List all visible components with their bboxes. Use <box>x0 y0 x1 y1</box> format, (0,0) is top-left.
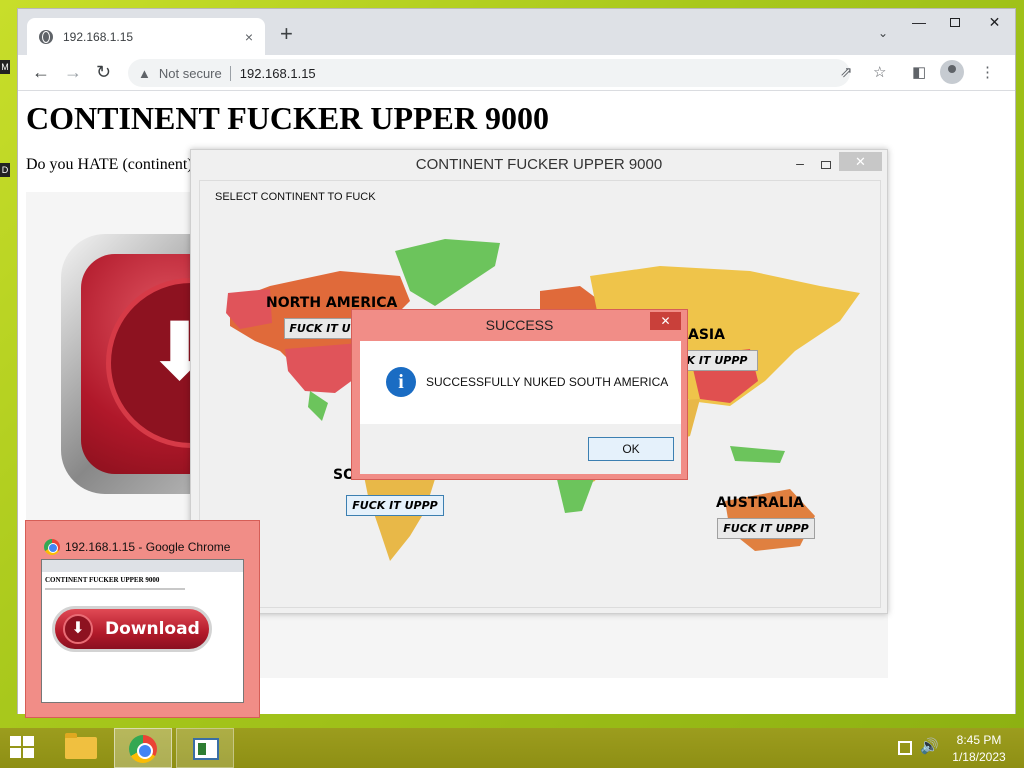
preview-heading: CONTINENT FUCKER UPPER 9000 <box>45 576 160 584</box>
clock-date[interactable]: 1/18/2023 <box>944 750 1014 764</box>
dialog-title: SUCCESS <box>485 317 554 333</box>
thumbnail-title: 192.168.1.15 - Google Chrome <box>65 540 231 554</box>
reload-button[interactable]: ↻ <box>96 61 111 83</box>
app-close-button[interactable]: ✕ <box>839 152 882 171</box>
warning-icon[interactable]: ▲ <box>138 66 151 81</box>
new-tab-button[interactable]: + <box>280 23 293 45</box>
download-icon: ⬇ <box>63 614 93 644</box>
bookmark-star-icon[interactable]: ☆ <box>873 63 886 83</box>
minimize-button[interactable]: — <box>900 9 938 37</box>
security-status[interactable]: Not secure <box>159 65 231 81</box>
page-title: CONTINENT FUCKER UPPER 9000 <box>26 100 549 136</box>
tab-close-icon[interactable]: × <box>245 29 253 45</box>
page-intro: Do you HATE (continent) <box>26 156 193 173</box>
australia-button[interactable]: FUCK IT UPPP <box>717 518 815 539</box>
info-icon: i <box>386 367 416 397</box>
desktop-icon-m[interactable]: M <box>0 60 10 74</box>
window-app-icon <box>193 738 219 760</box>
chrome-taskbar-button[interactable] <box>114 728 172 768</box>
url-text[interactable]: 192.168.1.15 <box>240 66 316 81</box>
windows-logo-icon <box>23 748 34 758</box>
thumbnail-preview[interactable]: CONTINENT FUCKER UPPER 9000 ⬇ Download <box>41 559 244 703</box>
globe-icon <box>39 29 53 44</box>
volume-icon[interactable]: 🔊 <box>920 737 939 755</box>
side-panel-icon[interactable]: ◧ <box>912 63 926 83</box>
browser-tab[interactable]: 192.168.1.15 × <box>27 18 265 55</box>
asia-button[interactable]: K IT UPPP <box>676 350 758 371</box>
dialog-message-area: i SUCCESSFULLY NUKED SOUTH AMERICA <box>360 341 681 424</box>
dialog-message: SUCCESSFULLY NUKED SOUTH AMERICA <box>426 375 669 389</box>
ok-button[interactable]: OK <box>588 437 674 461</box>
windows-logo-icon <box>10 736 21 746</box>
dialog-body: i SUCCESSFULLY NUKED SOUTH AMERICA OK <box>360 341 681 474</box>
address-bar[interactable]: ▲ Not secure 192.168.1.15 <box>128 59 850 87</box>
network-icon[interactable] <box>898 741 912 755</box>
tab-search-icon[interactable]: ⌄ <box>878 26 888 40</box>
app-maximize-button[interactable] <box>815 150 837 180</box>
maximize-icon <box>950 18 960 27</box>
browser-toolbar: ← → ↻ ▲ Not secure 192.168.1.15 ⇗ ☆ ◧ ⋮ <box>18 55 1015 91</box>
australia-label: AUSTRALIA <box>716 495 804 511</box>
tab-title: 192.168.1.15 <box>63 29 134 44</box>
clock-time[interactable]: 8:45 PM <box>944 733 1014 747</box>
success-dialog: SUCCESS ✕ i SUCCESSFULLY NUKED SOUTH AME… <box>351 309 688 480</box>
profile-avatar[interactable] <box>940 60 964 84</box>
back-button[interactable]: ← <box>32 61 50 83</box>
dialog-close-button[interactable]: ✕ <box>650 312 681 330</box>
app-taskbar-button[interactable] <box>176 728 234 768</box>
share-icon[interactable]: ⇗ <box>840 63 853 83</box>
taskbar: 🔊 8:45 PM 1/18/2023 <box>0 728 1024 768</box>
preview-text-line <box>45 588 185 590</box>
central-america-region <box>308 391 328 421</box>
desktop-icon-d[interactable]: D <box>0 163 10 177</box>
south-america-button[interactable]: FUCK IT UPPP <box>346 495 444 516</box>
forward-button[interactable]: → <box>64 61 82 83</box>
tab-strip: 192.168.1.15 × + ⌄ — ✕ <box>18 9 1015 55</box>
maximize-button[interactable] <box>936 9 974 37</box>
preview-download-button: ⬇ Download <box>52 606 212 652</box>
windows-logo-icon <box>23 736 34 746</box>
app-title: CONTINENT FUCKER UPPER 9000 <box>191 150 887 180</box>
chrome-logo-icon <box>129 735 157 763</box>
taskbar-thumbnail[interactable]: 192.168.1.15 - Google Chrome CONTINENT F… <box>25 520 260 718</box>
north-america-button[interactable]: FUCK IT U <box>284 318 356 339</box>
greenland-region <box>395 239 500 306</box>
folder-icon <box>65 733 97 759</box>
chrome-logo-icon <box>44 539 60 555</box>
start-button[interactable] <box>10 736 36 760</box>
file-explorer-taskbar-button[interactable] <box>52 728 110 768</box>
maximize-icon <box>821 161 831 169</box>
windows-logo-icon <box>10 748 21 758</box>
menu-icon[interactable]: ⋮ <box>980 63 995 83</box>
close-window-button[interactable]: ✕ <box>972 9 1017 37</box>
preview-tab-bar <box>42 560 243 572</box>
app-minimize-button[interactable]: – <box>789 150 811 180</box>
asia-label: ASIA <box>688 327 725 343</box>
indonesia-region <box>730 446 785 463</box>
select-continent-label: SELECT CONTINENT TO FUCK <box>215 191 376 203</box>
download-label: Download <box>105 619 200 639</box>
